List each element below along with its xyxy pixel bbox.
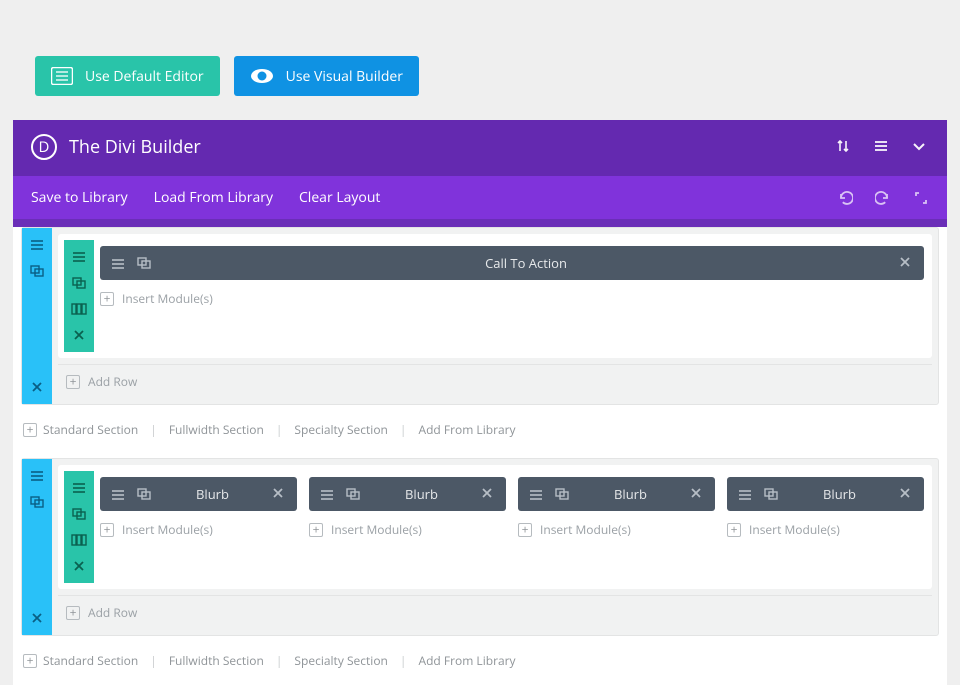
add-from-library-link[interactable]: Add From Library xyxy=(419,421,516,438)
undo-icon[interactable] xyxy=(837,190,853,206)
section-menu-icon[interactable] xyxy=(22,465,52,487)
save-to-library-link[interactable]: Save to Library xyxy=(31,188,128,207)
module-copy-icon[interactable] xyxy=(136,256,154,270)
fullwidth-section-link[interactable]: Fullwidth Section xyxy=(169,421,264,438)
add-row-label: Add Row xyxy=(88,373,137,390)
row-menu-icon[interactable] xyxy=(64,477,94,499)
module-menu-icon[interactable] xyxy=(110,487,128,501)
editor-icon xyxy=(51,67,73,85)
module-label: Blurb xyxy=(162,485,263,503)
insert-module-button[interactable]: +Insert Module(s) xyxy=(518,521,715,538)
add-from-library-link[interactable]: Add From Library xyxy=(419,652,516,669)
module-close-icon[interactable] xyxy=(480,486,496,502)
plus-icon: + xyxy=(23,423,37,437)
row-rail xyxy=(64,471,94,583)
fullwidth-section-link[interactable]: Fullwidth Section xyxy=(169,652,264,669)
divi-builder-panel: D The Divi Builder Save to Library Load … xyxy=(13,120,947,685)
insert-module-button[interactable]: +Insert Module(s) xyxy=(727,521,924,538)
plus-icon: + xyxy=(100,292,114,306)
module-copy-icon[interactable] xyxy=(136,487,154,501)
load-from-library-link[interactable]: Load From Library xyxy=(154,188,273,207)
divi-logo-icon: D xyxy=(31,134,57,160)
module-menu-icon[interactable] xyxy=(737,487,755,501)
module-close-icon[interactable] xyxy=(898,486,914,502)
row-close-icon[interactable] xyxy=(64,555,94,577)
section-copy-icon[interactable] xyxy=(22,491,52,513)
module-copy-icon[interactable] xyxy=(345,487,363,501)
module-label: Blurb xyxy=(580,485,681,503)
module-close-icon[interactable] xyxy=(271,486,287,502)
standard-section-link[interactable]: Standard Section xyxy=(43,652,138,669)
hamburger-icon[interactable] xyxy=(873,138,891,156)
chevron-down-icon[interactable] xyxy=(911,138,929,156)
module[interactable]: Blurb xyxy=(100,477,297,511)
module-menu-icon[interactable] xyxy=(319,487,337,501)
module[interactable]: Call To Action xyxy=(100,246,924,280)
plus-icon: + xyxy=(66,375,80,389)
insert-module-button[interactable]: +Insert Module(s) xyxy=(309,521,506,538)
section-copy-icon[interactable] xyxy=(22,260,52,282)
row-columns-icon[interactable] xyxy=(64,529,94,551)
row-rail xyxy=(64,240,94,352)
clear-layout-link[interactable]: Clear Layout xyxy=(299,188,380,207)
specialty-section-link[interactable]: Specialty Section xyxy=(294,652,388,669)
row-close-icon[interactable] xyxy=(64,324,94,346)
plus-icon: + xyxy=(518,523,532,537)
row-menu-icon[interactable] xyxy=(64,246,94,268)
module-close-icon[interactable] xyxy=(689,486,705,502)
sort-icon[interactable] xyxy=(835,138,853,156)
plus-icon: + xyxy=(309,523,323,537)
insert-module-button[interactable]: +Insert Module(s) xyxy=(100,521,297,538)
module-copy-icon[interactable] xyxy=(763,487,781,501)
module-label: Blurb xyxy=(789,485,890,503)
plus-icon: + xyxy=(100,523,114,537)
module[interactable]: Blurb xyxy=(727,477,924,511)
add-section-strip: + Standard Section | Fullwidth Section |… xyxy=(13,413,947,450)
module-label: Call To Action xyxy=(162,254,890,272)
standard-section-link[interactable]: Standard Section xyxy=(43,421,138,438)
section-menu-icon[interactable] xyxy=(22,234,52,256)
section-rail xyxy=(22,228,52,404)
module-menu-icon[interactable] xyxy=(110,256,128,270)
panel-title: The Divi Builder xyxy=(69,135,835,159)
use-default-editor-label: Use Default Editor xyxy=(85,67,204,86)
module[interactable]: Blurb xyxy=(309,477,506,511)
section-rail xyxy=(22,459,52,635)
expand-icon[interactable] xyxy=(913,190,929,206)
use-visual-builder-label: Use Visual Builder xyxy=(286,67,403,86)
add-section-strip: + Standard Section | Fullwidth Section |… xyxy=(13,644,947,681)
insert-module-label: Insert Module(s) xyxy=(122,290,213,307)
eye-icon xyxy=(250,67,274,85)
row-copy-icon[interactable] xyxy=(64,503,94,525)
use-default-editor-button[interactable]: Use Default Editor xyxy=(35,56,220,96)
module-label: Blurb xyxy=(371,485,472,503)
module-menu-icon[interactable] xyxy=(528,487,546,501)
use-visual-builder-button[interactable]: Use Visual Builder xyxy=(234,56,419,96)
module-close-icon[interactable] xyxy=(898,255,914,271)
specialty-section-link[interactable]: Specialty Section xyxy=(294,421,388,438)
row-columns-icon[interactable] xyxy=(64,298,94,320)
add-row-button[interactable]: + Add Row xyxy=(58,364,932,398)
plus-icon: + xyxy=(727,523,741,537)
plus-icon: + xyxy=(66,606,80,620)
add-row-label: Add Row xyxy=(88,604,137,621)
section: Call To Action + Insert Module(s) xyxy=(21,227,939,405)
module[interactable]: Blurb xyxy=(518,477,715,511)
section-close-icon[interactable] xyxy=(22,376,52,398)
plus-icon: + xyxy=(23,654,37,668)
module-copy-icon[interactable] xyxy=(554,487,572,501)
row-copy-icon[interactable] xyxy=(64,272,94,294)
redo-icon[interactable] xyxy=(875,190,891,206)
insert-module-button[interactable]: + Insert Module(s) xyxy=(100,290,924,307)
section: Blurb +Insert Module(s) xyxy=(21,458,939,636)
section-close-icon[interactable] xyxy=(22,607,52,629)
add-row-button[interactable]: + Add Row xyxy=(58,595,932,629)
